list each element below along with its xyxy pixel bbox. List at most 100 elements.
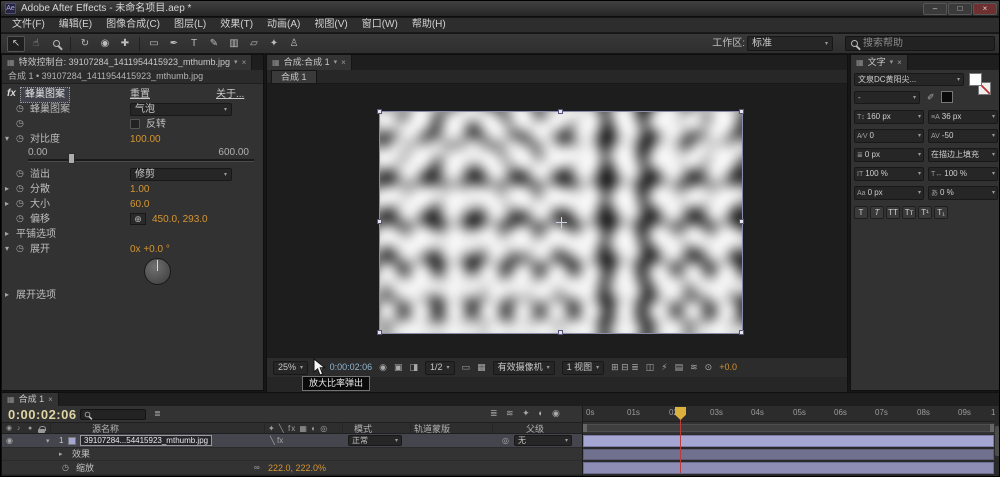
type-tool-button[interactable]: T: [185, 36, 203, 52]
selection-tool-button[interactable]: ↖: [7, 35, 25, 52]
view-layout-dropdown[interactable]: 1 视图 ▾: [561, 360, 605, 375]
contrast-slider-track[interactable]: [28, 159, 254, 162]
mask-tool-button[interactable]: ▭: [145, 36, 163, 52]
camera-tool-button[interactable]: ◉: [96, 36, 114, 52]
disperse-value[interactable]: 1.00: [130, 185, 149, 195]
help-search-input[interactable]: 搜索帮助: [845, 36, 995, 51]
tab-timeline-comp[interactable]: ▦ 合成 1 ×: [2, 393, 59, 406]
comp-timecode[interactable]: 0:00:02:06: [330, 363, 373, 372]
panel-menu-icon[interactable]: ▾: [890, 59, 894, 66]
about-button[interactable]: 关于...: [216, 90, 244, 100]
menu-composition[interactable]: 图像合成(C): [99, 20, 167, 30]
menu-window[interactable]: 窗口(W): [355, 20, 405, 30]
puppet-pin-tool-button[interactable]: ♙: [285, 36, 303, 52]
menu-animation[interactable]: 动画(A): [260, 20, 307, 30]
timeline-timecode[interactable]: 0:00:02:06: [8, 408, 77, 421]
layer-anchor-point[interactable]: [556, 217, 567, 228]
menu-edit[interactable]: 编辑(E): [52, 20, 99, 30]
selection-handle[interactable]: [739, 219, 744, 224]
work-area-start-handle[interactable]: [583, 424, 587, 432]
twirl-closed-icon[interactable]: ▸: [5, 230, 9, 238]
stopwatch-icon[interactable]: ◷: [16, 244, 24, 253]
eyedropper-icon[interactable]: ✐: [927, 93, 935, 102]
stopwatch-icon[interactable]: ◷: [62, 464, 69, 472]
blend-mode-dropdown[interactable]: 正常 ▾: [348, 435, 402, 446]
superscript-button[interactable]: T¹: [918, 206, 932, 219]
reset-button[interactable]: 重置: [130, 90, 150, 100]
twirl-closed-icon[interactable]: ▸: [59, 451, 63, 458]
grid-options-icons[interactable]: ⊞ ⊟ ≣: [611, 363, 639, 372]
all-caps-button[interactable]: TT: [886, 206, 900, 219]
timeline-button-icon[interactable]: ▤: [675, 363, 684, 372]
pan-behind-tool-button[interactable]: ✚: [116, 36, 134, 52]
resolution-dropdown[interactable]: 1/2 ▾: [425, 360, 455, 375]
cell-pattern-dropdown[interactable]: 气泡 ▾: [130, 103, 232, 116]
tracking-stepper[interactable]: AV -50 ▾: [928, 129, 998, 143]
selection-handle[interactable]: [739, 109, 744, 114]
stroke-width-stepper[interactable]: ≣ 0 px ▾: [854, 148, 924, 162]
hand-tool-button[interactable]: ☝: [27, 36, 45, 52]
menu-effect[interactable]: 效果(T): [213, 20, 260, 30]
effects-group-row[interactable]: ▸ 效果: [2, 448, 582, 461]
stopwatch-icon[interactable]: ◷: [16, 184, 24, 193]
selection-handle[interactable]: [377, 330, 382, 335]
stopwatch-icon[interactable]: ◷: [16, 169, 24, 178]
clone-stamp-tool-button[interactable]: ▥: [225, 36, 243, 52]
pen-tool-button[interactable]: ✒: [165, 36, 183, 52]
scrollbar-thumb[interactable]: [995, 426, 999, 456]
vertical-scale-stepper[interactable]: IT 100 % ▾: [854, 167, 924, 181]
black-color-swatch[interactable]: [941, 91, 953, 103]
font-size-stepper[interactable]: T↕ 160 px ▾: [854, 110, 924, 124]
selection-handle[interactable]: [739, 330, 744, 335]
stopwatch-icon[interactable]: ◷: [16, 134, 24, 143]
small-caps-button[interactable]: Tт: [902, 206, 916, 219]
offset-crosshair-button[interactable]: ⊕: [130, 213, 146, 225]
layer-duration-bar[interactable]: [583, 435, 994, 447]
work-area-bar[interactable]: [583, 424, 994, 432]
tab-character[interactable]: ▦ 文字 ▾ ×: [851, 55, 908, 70]
stopwatch-icon[interactable]: ◷: [16, 119, 24, 128]
zoom-tool-button[interactable]: [47, 36, 65, 52]
selection-handle[interactable]: [377, 219, 382, 224]
column-mode[interactable]: 模式: [354, 425, 372, 434]
exposure-reset-icon[interactable]: ⊙: [705, 363, 713, 372]
scale-property-row[interactable]: ◷ 缩放 ∞ 222.0, 222.0%: [2, 461, 582, 475]
twirl-closed-icon[interactable]: ▸: [5, 200, 9, 208]
close-icon[interactable]: ×: [48, 395, 53, 404]
twirl-closed-icon[interactable]: ▸: [5, 291, 9, 299]
show-snapshot-icon[interactable]: ▣: [394, 363, 403, 372]
twirl-open-icon[interactable]: ▾: [5, 245, 9, 253]
constrain-link-icon[interactable]: ∞: [254, 464, 260, 472]
layer-color-chip[interactable]: [68, 437, 76, 445]
twirl-closed-icon[interactable]: ▸: [5, 185, 9, 193]
panel-menu-icon[interactable]: ▾: [334, 59, 338, 66]
stopwatch-icon[interactable]: ◷: [16, 104, 24, 113]
composition-mini-flowchart-icon[interactable]: ≣: [154, 410, 161, 418]
offset-value[interactable]: 450.0, 293.0: [152, 215, 208, 225]
font-style-dropdown[interactable]: - ▾: [854, 91, 920, 104]
kerning-stepper[interactable]: A∕V 0 ▾: [854, 129, 924, 143]
font-family-dropdown[interactable]: 文泉DC黄阳尖... ▾: [854, 73, 964, 86]
fill-color-swatch[interactable]: [969, 73, 982, 86]
panel-menu-icon[interactable]: ▾: [234, 59, 238, 66]
menu-layer[interactable]: 图层(L): [167, 20, 213, 30]
menu-file[interactable]: 文件(F): [5, 20, 52, 30]
eye-icon[interactable]: ◉: [6, 437, 13, 445]
timeline-search-input[interactable]: [80, 409, 146, 420]
close-button[interactable]: ×: [973, 2, 997, 15]
parent-dropdown[interactable]: 无 ▾: [514, 435, 572, 446]
close-icon[interactable]: ×: [897, 58, 902, 67]
contrast-slider-handle[interactable]: [68, 153, 75, 164]
close-icon[interactable]: ×: [242, 58, 247, 67]
snapshot-icon[interactable]: ◉: [379, 363, 387, 372]
column-track-matte[interactable]: 轨道蒙版: [414, 425, 450, 434]
roto-brush-tool-button[interactable]: ✦: [265, 36, 283, 52]
selection-handle[interactable]: [377, 109, 382, 114]
contrast-value[interactable]: 100.00: [130, 135, 161, 145]
magnification-dropdown[interactable]: 25% ▾: [273, 360, 309, 375]
size-value[interactable]: 60.0: [130, 200, 149, 210]
menu-help[interactable]: 帮助(H): [405, 20, 453, 30]
parent-pickwhip-icon[interactable]: ◎: [502, 437, 509, 445]
leading-stepper[interactable]: ≡A 36 px ▾: [928, 110, 998, 124]
timeline-toggle-icons[interactable]: ≣ ≋ ✦ ◐ ◉: [490, 409, 578, 418]
